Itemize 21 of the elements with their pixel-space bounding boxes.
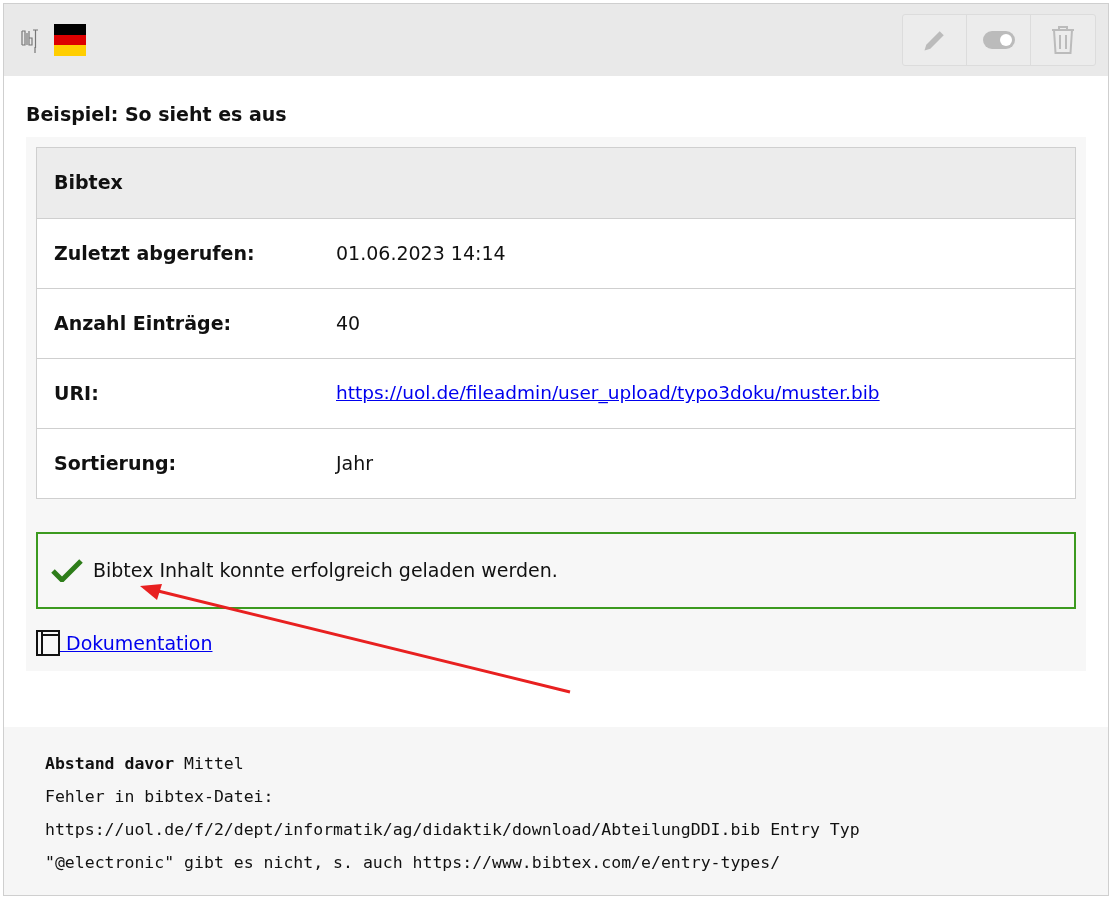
book-icon: [36, 629, 60, 656]
uri-link[interactable]: https://uol.de/fileadmin/user_upload/typo3doku/muster.bib: [336, 379, 880, 407]
footer-text-line: Abstand davor Mittel: [45, 753, 245, 775]
trash-icon: [1051, 25, 1075, 55]
row-label: URI:: [54, 380, 100, 406]
footer-text-line: https://uol.de/f/2/dept/informatik/ag/didaktik/download/AbteilungDDI.bib Entry Typ: [45, 819, 861, 841]
flag-icon: [54, 24, 86, 56]
row-value: Jahr: [336, 450, 374, 476]
footer-text-line: "@electronic" gibt es nicht, s. auch https://www.bibtex.com/e/entry-types/: [45, 852, 782, 874]
row-label: Zuletzt abgerufen:: [54, 240, 256, 266]
section-heading: Beispiel: So sieht es aus: [26, 102, 288, 127]
table-title: Bibtex: [37, 147, 1075, 218]
documentation-link[interactable]: Dokumentation: [60, 628, 213, 657]
toggle-icon: [982, 31, 1015, 49]
checkmark-icon: [51, 558, 83, 582]
footer-text-line: Fehler in bibtex-Datei:: [45, 786, 275, 808]
row-label: Anzahl Einträge:: [54, 310, 233, 336]
row-label: Sortierung:: [54, 450, 178, 476]
row-value: 40: [336, 310, 361, 336]
message-text: Bibtex Inhalt konnte erfolgreich geladen werden.: [93, 557, 558, 583]
row-value: 01.06.2023 14:14: [336, 240, 506, 266]
